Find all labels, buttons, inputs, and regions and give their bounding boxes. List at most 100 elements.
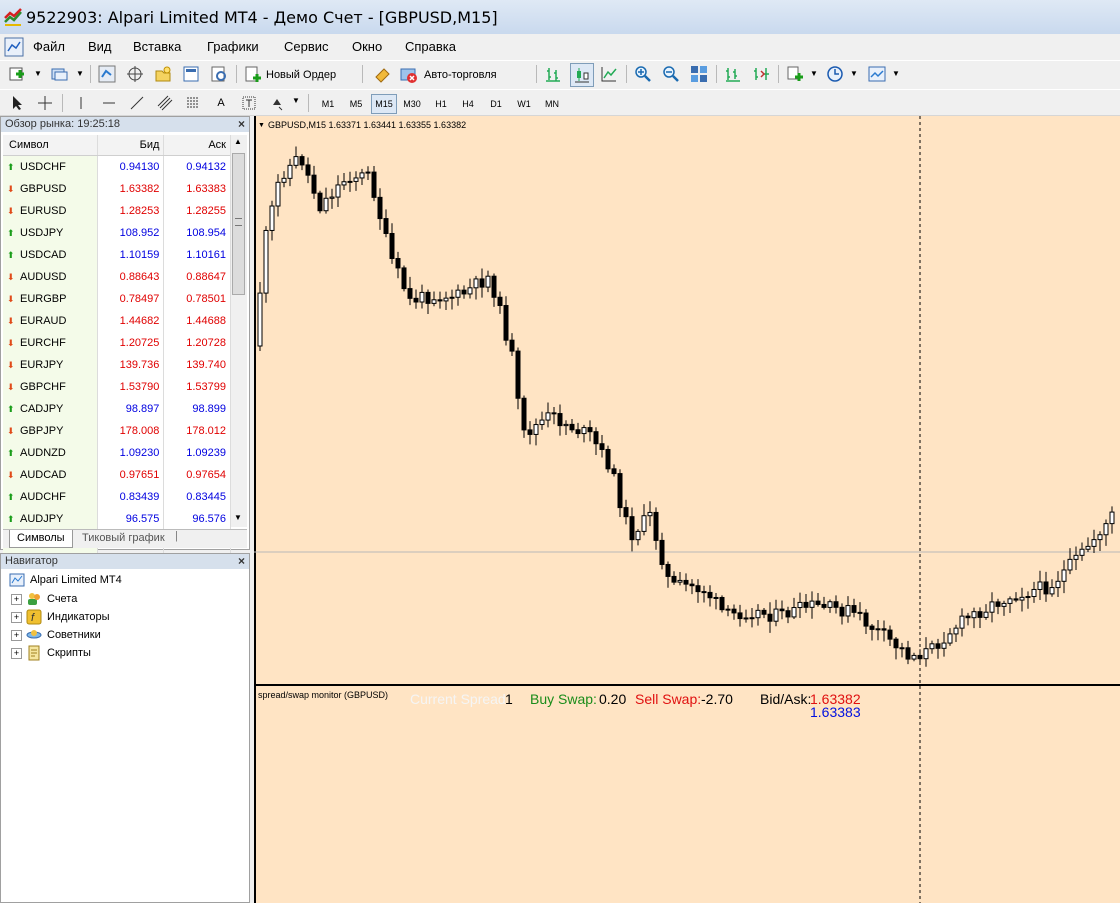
menu-insert[interactable]: Вставка: [133, 39, 181, 54]
menu-file[interactable]: Файл: [33, 39, 65, 54]
dropdown-arrow-icon[interactable]: ▼: [292, 96, 300, 105]
arrows-button[interactable]: [266, 92, 288, 114]
timeframe-d1[interactable]: D1: [484, 94, 508, 114]
expand-icon[interactable]: +: [11, 593, 22, 605]
table-row[interactable]: ⬆ USDCAD 1.10159 1.10161: [3, 244, 231, 266]
scrollbar-thumb[interactable]: [232, 153, 245, 295]
nav-item-scripts[interactable]: + Скрипты: [11, 645, 91, 661]
dropdown-arrow-icon[interactable]: ▼: [850, 69, 858, 78]
candle-body: [701, 591, 707, 594]
equidistant-channel-button[interactable]: [154, 92, 176, 114]
metaeditor-button[interactable]: [372, 63, 394, 85]
close-icon[interactable]: ×: [238, 554, 245, 569]
timeframe-m1[interactable]: M1: [316, 94, 340, 114]
terminal-button[interactable]: [180, 63, 202, 85]
zoom-in-button[interactable]: [632, 63, 654, 85]
timeframe-m15[interactable]: M15: [371, 94, 397, 114]
text-label-button[interactable]: [238, 92, 260, 114]
arrow-up-icon: ⬆: [7, 162, 15, 172]
scroll-up-icon[interactable]: ▲: [234, 137, 242, 146]
zoom-out-button[interactable]: [660, 63, 682, 85]
table-row[interactable]: ⬇ EURUSD 1.28253 1.28255: [3, 200, 231, 222]
timeframe-w1[interactable]: W1: [512, 94, 536, 114]
strategy-tester-button[interactable]: [208, 63, 230, 85]
column-header-symbol[interactable]: Символ: [3, 135, 98, 156]
text-tool-button[interactable]: A: [210, 92, 232, 114]
table-row[interactable]: ⬇ EURJPY 139.736 139.740: [3, 354, 231, 376]
tile-windows-button[interactable]: [688, 63, 710, 85]
table-row[interactable]: ⬆ AUDJPY 96.575 96.576: [3, 508, 231, 530]
nav-root[interactable]: Alpari Limited MT4: [9, 572, 122, 588]
market-watch-button[interactable]: [96, 63, 118, 85]
indicators-button[interactable]: [784, 63, 806, 85]
collapse-arrow-icon[interactable]: ▼: [258, 122, 265, 129]
timeframe-m5[interactable]: M5: [344, 94, 368, 114]
timeframe-m30[interactable]: M30: [399, 94, 425, 114]
trendline-button[interactable]: [126, 92, 148, 114]
navigator-button[interactable]: [152, 63, 174, 85]
nav-item-accounts[interactable]: + Счета: [11, 591, 77, 607]
nav-item-indicators[interactable]: + f Индикаторы: [11, 609, 110, 625]
crosshair-button[interactable]: [34, 92, 56, 114]
templates-button[interactable]: [866, 63, 888, 85]
table-row[interactable]: ⬆ AUDNZD 1.09230 1.09239: [3, 442, 231, 464]
table-row[interactable]: ⬇ AUDUSD 0.88643 0.88647: [3, 266, 231, 288]
table-row[interactable]: ⬇ EURCHF 1.20725 1.20728: [3, 332, 231, 354]
chart-window-icon[interactable]: [4, 37, 24, 57]
menu-window[interactable]: Окно: [352, 39, 382, 54]
autotrading-button[interactable]: Авто-торговля: [400, 64, 497, 86]
table-row[interactable]: ⬆ USDJPY 108.952 108.954: [3, 222, 231, 244]
data-window-button[interactable]: [124, 63, 146, 85]
close-icon[interactable]: ×: [238, 117, 245, 132]
new-order-button[interactable]: Новый Ордер: [244, 64, 336, 86]
dropdown-arrow-icon[interactable]: ▼: [76, 69, 84, 78]
profiles-button[interactable]: [48, 63, 70, 85]
table-row[interactable]: ⬆ AUDCHF 0.83439 0.83445: [3, 486, 231, 508]
column-header-ask[interactable]: Аск: [163, 135, 231, 156]
candlestick-button[interactable]: [570, 63, 594, 87]
table-row[interactable]: ⬆ CADJPY 98.897 98.899: [3, 398, 231, 420]
table-row[interactable]: ⬇ EURGBP 0.78497 0.78501: [3, 288, 231, 310]
column-header-bid[interactable]: Бид: [97, 135, 165, 156]
dropdown-arrow-icon[interactable]: ▼: [892, 69, 900, 78]
menu-view[interactable]: Вид: [88, 39, 112, 54]
arrow-down-icon: ⬇: [7, 382, 15, 392]
market-watch-scrollbar[interactable]: ▲ ▼: [230, 135, 247, 527]
menu-tools[interactable]: Сервис: [284, 39, 329, 54]
bar-chart-button[interactable]: [542, 63, 564, 85]
app-logo-icon: [4, 8, 22, 26]
expand-icon[interactable]: +: [11, 611, 22, 623]
horizontal-line-button[interactable]: [98, 92, 120, 114]
table-row[interactable]: ⬆ USDCHF 0.94130 0.94132: [3, 155, 231, 178]
dropdown-arrow-icon[interactable]: ▼: [810, 69, 818, 78]
chart-shift-button[interactable]: [722, 63, 744, 85]
nav-item-experts[interactable]: + Советники: [11, 627, 101, 643]
vertical-line-button[interactable]: [70, 92, 92, 114]
auto-scroll-button[interactable]: [750, 63, 772, 85]
fibonacci-button[interactable]: [182, 92, 204, 114]
timeframe-h1[interactable]: H1: [429, 94, 453, 114]
menu-help[interactable]: Справка: [405, 39, 456, 54]
candle-body: [725, 608, 731, 611]
table-row[interactable]: ⬇ GBPJPY 178.008 178.012: [3, 420, 231, 442]
chart-window[interactable]: ▼ GBPUSD,M15 1.63371 1.63441 1.63355 1.6…: [254, 116, 1120, 903]
new-chart-button[interactable]: [6, 63, 28, 85]
menu-charts[interactable]: Графики: [207, 39, 259, 54]
tab-tick-chart[interactable]: Тиковый график: [75, 530, 172, 547]
ask-cell: 0.78501: [163, 288, 231, 310]
tab-symbols[interactable]: Символы: [9, 530, 73, 548]
table-row[interactable]: ⬇ EURAUD 1.44682 1.44688: [3, 310, 231, 332]
table-row[interactable]: ⬇ GBPUSD 1.63382 1.63383: [3, 178, 231, 200]
dropdown-arrow-icon[interactable]: ▼: [34, 69, 42, 78]
cursor-button[interactable]: [6, 92, 28, 114]
timeframe-mn[interactable]: MN: [540, 94, 564, 114]
scroll-down-icon[interactable]: ▼: [234, 513, 242, 522]
price-chart[interactable]: [254, 116, 1120, 903]
expand-icon[interactable]: +: [11, 629, 22, 641]
table-row[interactable]: ⬇ AUDCAD 0.97651 0.97654: [3, 464, 231, 486]
timeframe-h4[interactable]: H4: [456, 94, 480, 114]
periods-button[interactable]: [824, 63, 846, 85]
expand-icon[interactable]: +: [11, 647, 22, 659]
line-chart-button[interactable]: [598, 63, 620, 85]
table-row[interactable]: ⬇ GBPCHF 1.53790 1.53799: [3, 376, 231, 398]
